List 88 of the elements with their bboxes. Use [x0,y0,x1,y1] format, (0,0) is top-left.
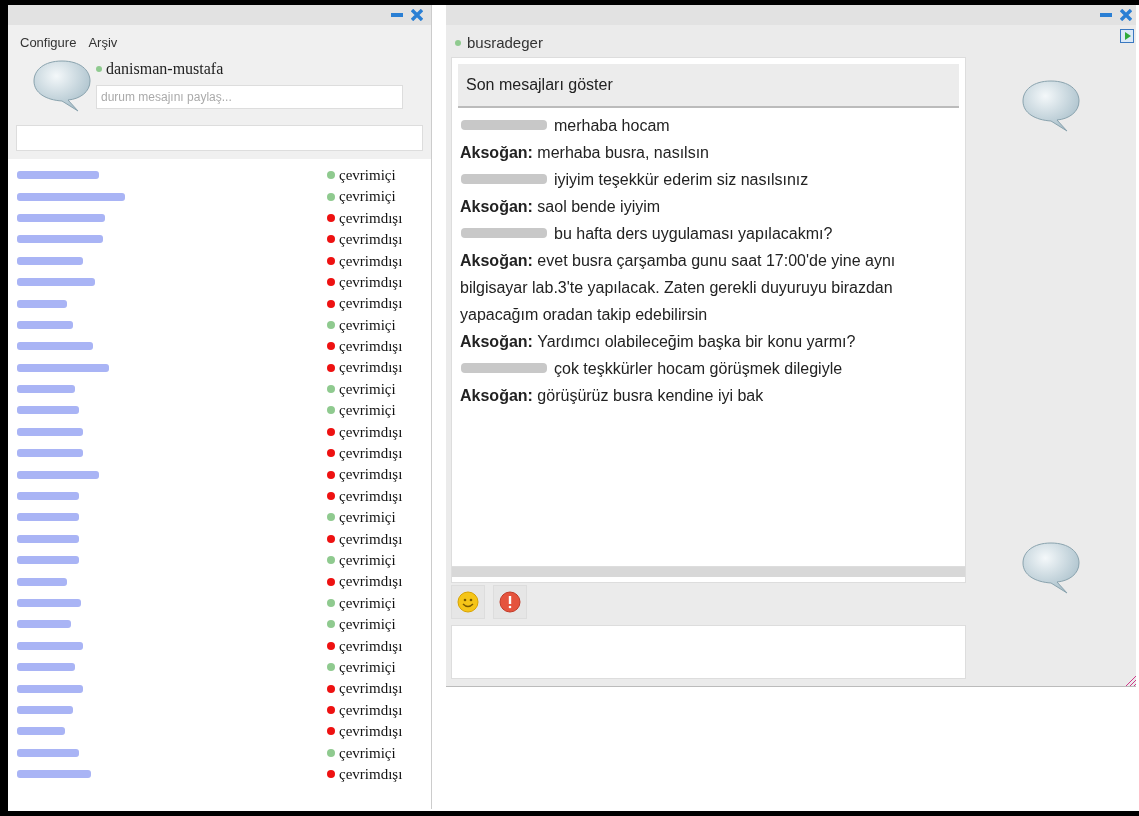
contact-status: çevrimdışı [339,529,404,549]
user-name: danisman-mustafa [106,58,224,79]
blurred-name[interactable] [16,233,104,246]
contact-status: çevrimdışı [339,700,404,720]
blurred-name[interactable] [16,340,94,353]
chat-message: Aksoğan: görüşürüz busra kendine iyi bak [460,387,764,404]
blurred-name[interactable] [16,618,72,631]
exit-icon[interactable] [1120,29,1134,43]
contact-status: çevrimdışı [339,337,404,357]
blurred-name[interactable] [16,554,80,567]
contact-status: çevrimdışı [339,465,404,485]
blurred-name[interactable] [16,597,82,609]
contact-status: çevrimiçi [339,379,397,399]
blurred-name[interactable] [16,190,126,203]
message-input-field[interactable] [451,625,966,679]
blurred-name[interactable] [16,746,80,759]
smiley-icon [457,591,479,613]
contact-name: busradeger [467,32,543,53]
emoticon-button[interactable] [451,585,485,619]
blurred-name[interactable] [16,661,76,674]
contact-status: çevrimiçi [339,657,397,677]
blurred-name[interactable] [16,318,74,331]
chat-message: merhaba hocam [554,117,670,134]
close-icon[interactable] [411,9,423,21]
contact-status: çevrimdışı [339,679,404,699]
blurred-name[interactable] [16,447,84,460]
contact-status: çevrimdışı [339,764,404,784]
contact-status: çevrimiçi [339,315,397,335]
contact-status: çevrimiçi [339,187,397,207]
blurred-name[interactable] [16,532,80,545]
contact-status: çevrimdışı [339,444,404,464]
menu-item[interactable]: Arşiv [88,33,118,53]
blurred-name[interactable] [16,703,74,716]
blurred-name[interactable] [16,276,96,289]
status-message-field[interactable]: durum mesajını paylaş... [96,84,403,109]
blurred-name[interactable] [16,725,66,738]
blurred-name[interactable] [16,425,84,438]
blurred-name[interactable] [16,511,80,524]
own-avatar-icon [1021,539,1081,595]
contact-status: çevrimdışı [339,251,404,271]
resize-handle-icon[interactable] [1124,674,1136,686]
blurred-name[interactable] [16,254,84,267]
blurred-name[interactable] [16,682,84,695]
contact-status: çevrimdışı [339,358,404,378]
blurred-name[interactable] [16,211,106,224]
chat-message: çok teşkkürler hocam görüşmek dilegiyle [554,360,843,377]
chat-message: bu hafta ders uygulaması yapılacakmı? [554,225,833,242]
minimize-icon[interactable] [1100,13,1112,17]
contact-status: çevrimdışı [339,486,404,506]
blurred-name[interactable] [16,768,92,781]
contact-status: çevrimiçi [339,551,397,570]
chat-message: Aksoğan: saol bende iyiyim [460,198,661,215]
blurred-name[interactable] [16,361,110,374]
blurred-name[interactable] [16,490,80,503]
contact-status: çevrimiçi [339,165,397,185]
contact-status: çevrimdışı [339,294,404,314]
alert-button[interactable] [493,585,527,619]
chat-message: iyiyim teşekkür ederim siz nasılsınız [554,171,809,188]
contact-status: çevrimiçi [339,593,397,613]
search-field[interactable] [16,124,423,151]
contact-status: çevrimdışı [339,572,404,592]
contact-status: çevrimdışı [339,208,404,228]
contact-status: çevrimdışı [339,230,404,250]
contact-status: çevrimiçi [339,401,397,421]
chat-message: Aksoğan: merhaba busra, nasılsın [460,144,709,161]
alert-icon [499,591,521,613]
show-recent-messages-button[interactable]: Son mesajları göster [458,64,959,108]
contact-status: çevrimdışı [339,636,404,656]
horizontal-scrollbar[interactable] [451,567,966,577]
minimize-icon[interactable] [391,13,403,17]
contact-avatar-icon [1021,77,1081,133]
contact-status: çevrimiçi [339,615,397,635]
blurred-name[interactable] [16,169,100,182]
close-icon[interactable] [1120,9,1132,21]
contact-status: çevrimiçi [339,508,397,528]
menu-item[interactable]: Configure [20,33,77,53]
blurred-name[interactable] [16,383,76,396]
blurred-name[interactable] [16,468,100,481]
blurred-name[interactable] [16,639,84,652]
contact-status: çevrimdışı [339,272,404,292]
contact-status: çevrimdışı [339,722,404,742]
contact-status: çevrimdışı [339,422,404,442]
blurred-name[interactable] [16,404,80,417]
blurred-name[interactable] [16,575,68,588]
chat-message: Aksoğan: Yardımcı olabileceğim başka bir konu yarmı? [460,333,856,350]
contact-status: çevrimiçi [339,743,397,763]
blurred-name[interactable] [16,297,68,310]
chat-message: Aksoğan: evet busra çarşamba gunu saat 17:00'de yine aynı bilgisayar lab.3'te yapılacak. Zaten gerekli duyuruyu birazdan yapacağım oradan takip edebilirsin [460,252,896,323]
